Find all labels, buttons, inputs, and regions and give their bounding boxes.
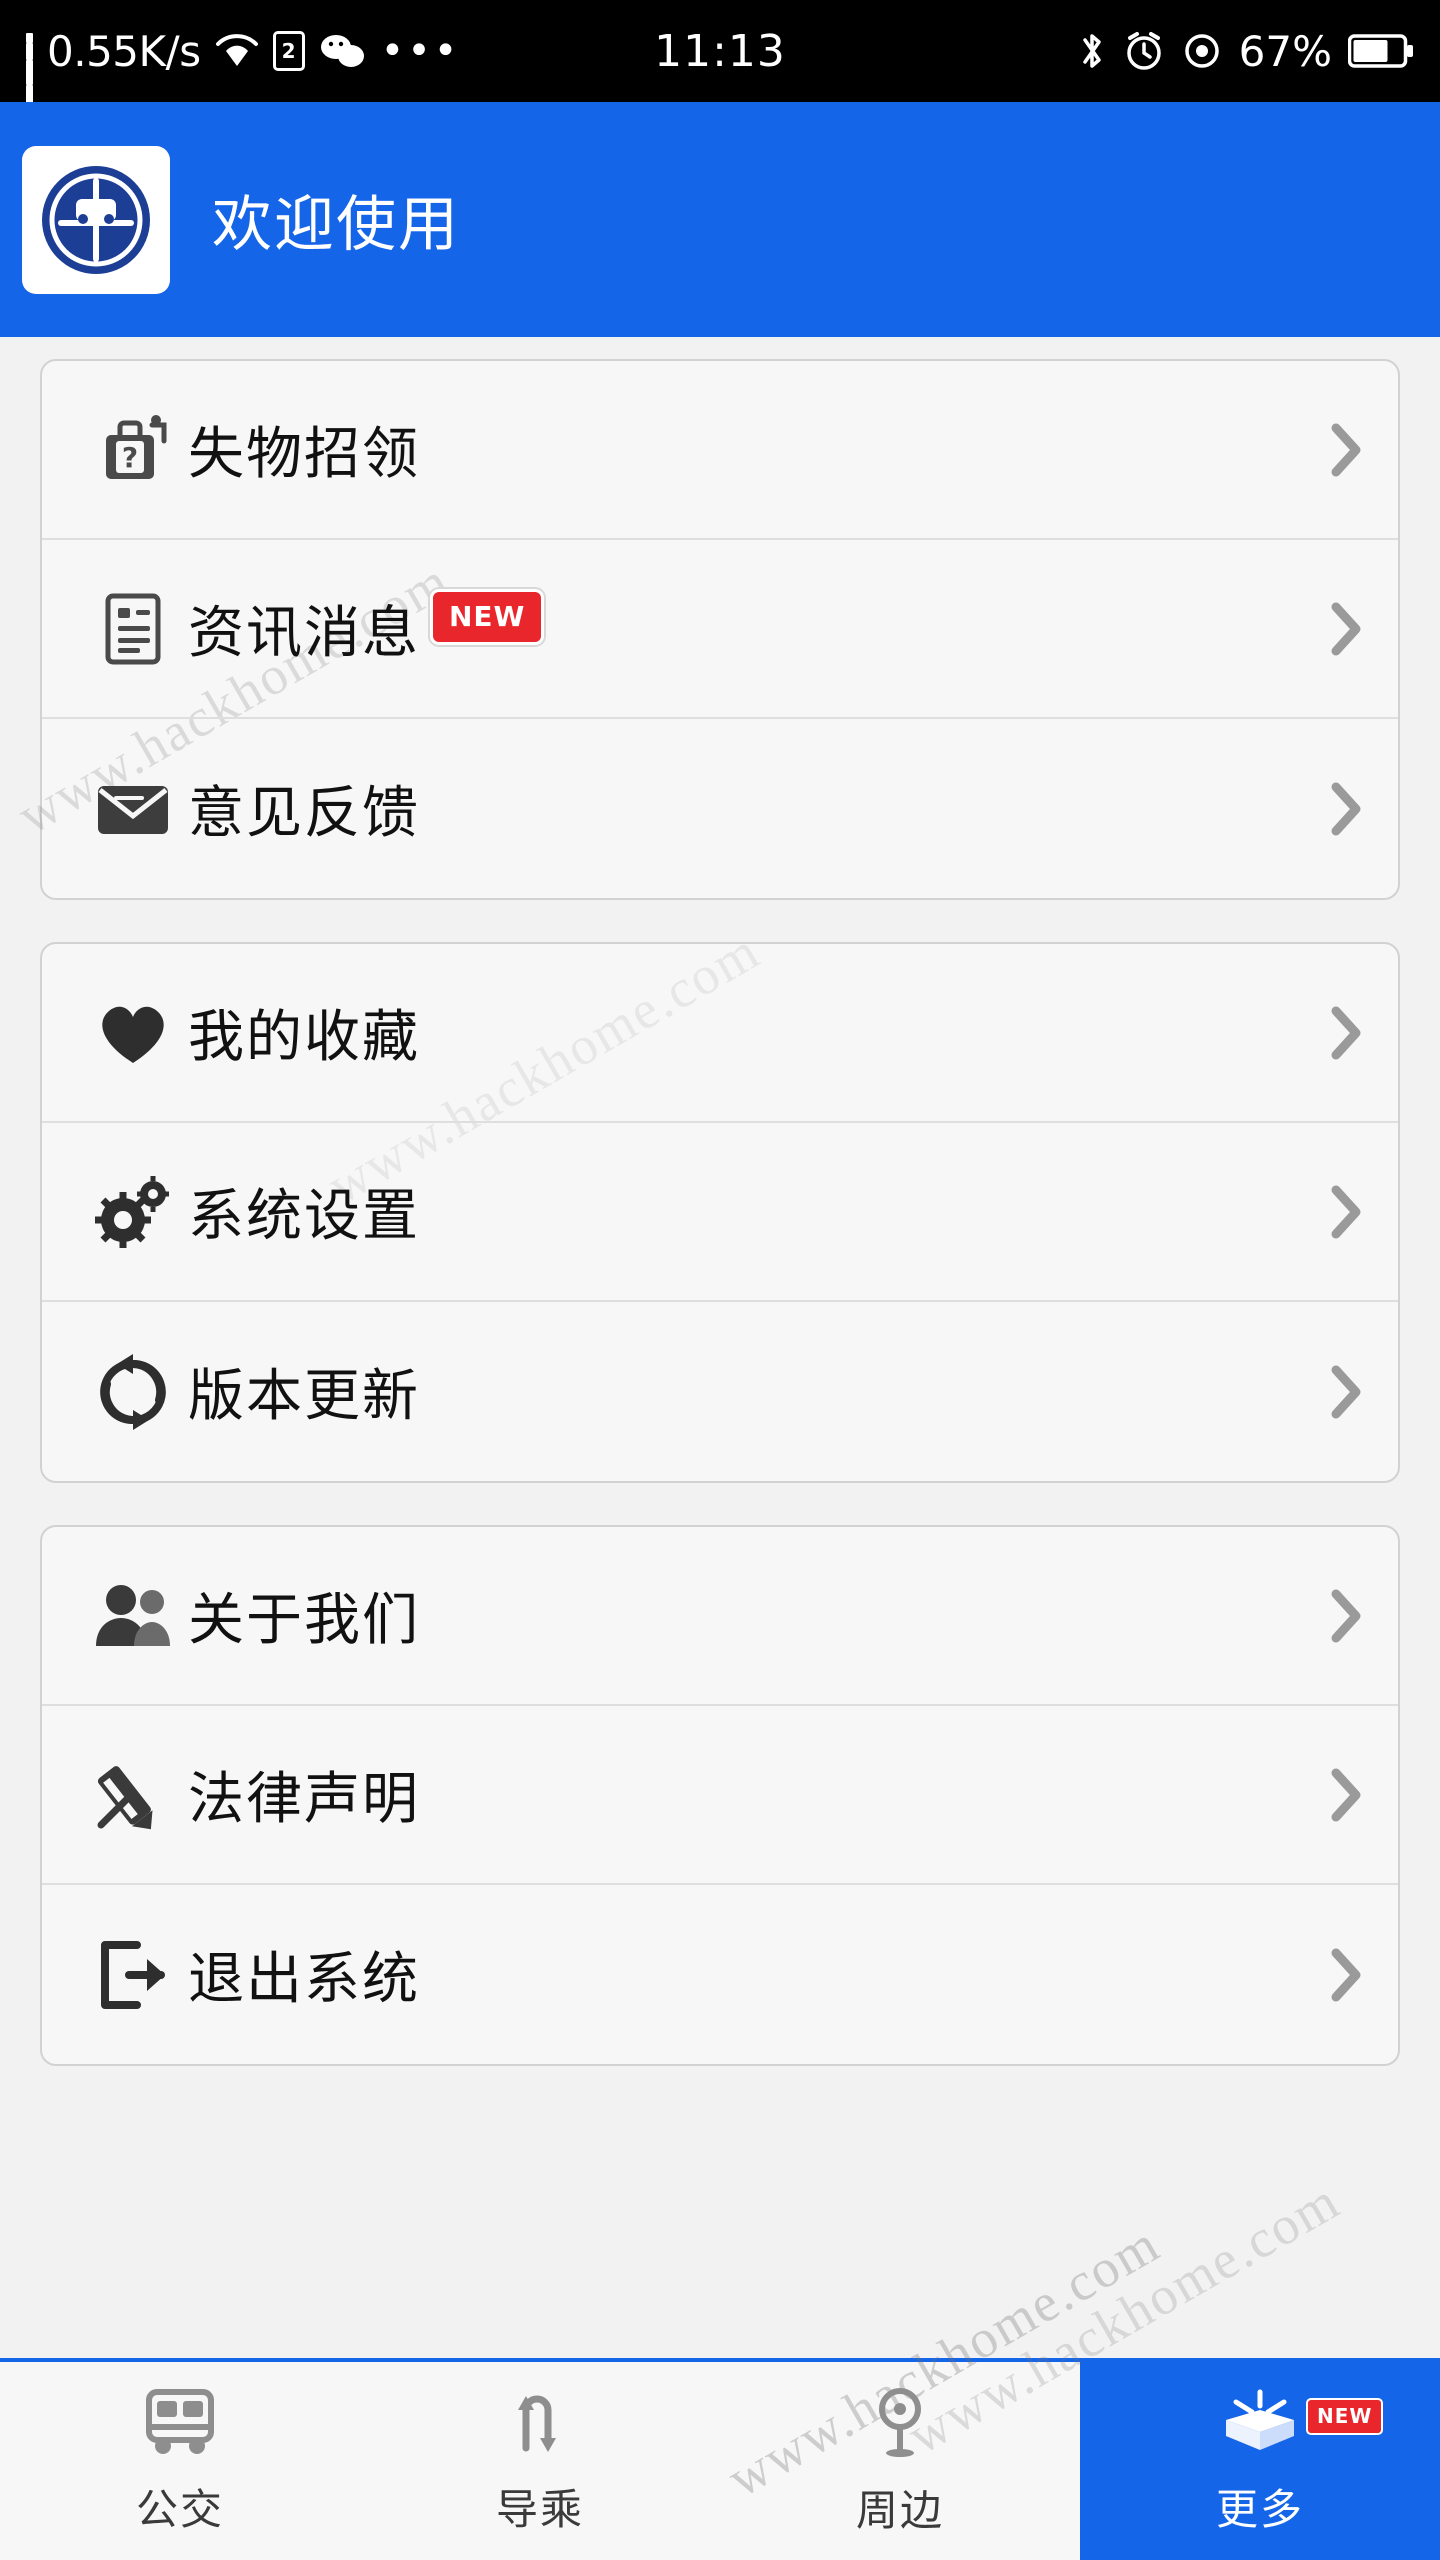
signal-bars-icon [26, 33, 33, 119]
status-bar-left: 0.55K/s 2 ••• [26, 26, 461, 119]
menu-item-settings[interactable]: 系统设置 [42, 1123, 1398, 1302]
tab-bus[interactable]: 公交 [0, 2362, 360, 2560]
page-title: 欢迎使用 [212, 190, 460, 260]
menu-item-label: 法律声明 [188, 1767, 420, 1832]
tab-nearby[interactable]: 周边 [720, 2362, 1080, 2560]
menu-item-feedback[interactable]: 意见反馈 [42, 719, 1398, 898]
menu-item-text: 资讯消息 [188, 601, 420, 666]
menu-item-label: 我的收藏 [188, 1005, 420, 1070]
menu-item-lost-and-found[interactable]: ? 失物招领 [42, 361, 1398, 540]
main-content: www.hackhome.com www.hackhome.com www.ha… [0, 337, 1440, 2466]
app-header: 欢迎使用 [0, 102, 1440, 337]
chevron-right-icon [1328, 599, 1364, 659]
app-screen: 0.55K/s 2 ••• 11:13 67% 欢迎使用 www.hackhom… [0, 0, 1440, 2560]
open-box-icon [1214, 2386, 1306, 2462]
bus-icon [137, 2386, 223, 2462]
feedback-envelope-icon [78, 776, 188, 842]
menu-group-personal: 我的收藏 系统设置 版本更新 [40, 942, 1400, 1483]
tab-more[interactable]: NEW 更多 [1080, 2362, 1440, 2560]
users-icon [78, 1580, 188, 1652]
menu-item-label: 退出系统 [188, 1947, 420, 2012]
chevron-right-icon [1328, 779, 1364, 839]
legal-notice-icon [78, 1755, 188, 1835]
chevron-right-icon [1328, 1945, 1364, 2005]
battery-percent-label: 67% [1238, 26, 1332, 76]
wechat-icon [319, 32, 367, 70]
refresh-update-icon [78, 1352, 188, 1432]
svg-text:?: ? [122, 441, 138, 474]
more-dots-icon: ••• [380, 28, 461, 74]
status-badge: NEW [430, 589, 545, 645]
chevron-right-icon [1328, 1586, 1364, 1646]
battery-icon [1347, 33, 1414, 69]
chevron-right-icon [1328, 1182, 1364, 1242]
menu-item-label: 关于我们 [188, 1588, 420, 1653]
wifi-icon [215, 33, 259, 69]
menu-item-favorites[interactable]: 我的收藏 [42, 944, 1398, 1123]
exit-icon [78, 1937, 188, 2013]
bottom-tab-bar: www.hackhome.com 公交 导乘 周边 NEW 更多 [0, 2213, 1440, 2560]
menu-item-exit[interactable]: 退出系统 [42, 1885, 1398, 2064]
tab-label: 周边 [855, 2485, 944, 2535]
chevron-right-icon [1328, 1362, 1364, 1422]
tab-label: 公交 [135, 2484, 224, 2534]
menu-item-label: 资讯消息 NEW [188, 588, 545, 669]
chevron-right-icon [1328, 1765, 1364, 1825]
chevron-right-icon [1328, 1003, 1364, 1063]
menu-item-update[interactable]: 版本更新 [42, 1302, 1398, 1481]
menu-group-services: ? 失物招领 资讯消息 NEW 意见反馈 [40, 359, 1400, 900]
status-bar-right: 67% [1077, 27, 1414, 76]
lost-and-found-icon: ? [78, 411, 188, 489]
alarm-clock-icon [1123, 30, 1165, 72]
location-target-icon [1181, 30, 1223, 72]
news-document-icon [78, 590, 188, 668]
status-badge: NEW [1306, 2398, 1384, 2435]
network-speed-label: 0.55K/s [47, 26, 201, 76]
tab-transfer[interactable]: 导乘 [360, 2362, 720, 2560]
menu-item-label: 意见反馈 [188, 781, 420, 846]
sim-card-icon: 2 [272, 31, 305, 71]
tab-label: 更多 [1215, 2484, 1304, 2534]
menu-item-label: 系统设置 [188, 1184, 420, 1249]
map-pin-icon [867, 2385, 933, 2463]
menu-item-label: 失物招领 [188, 422, 420, 487]
menu-item-label: 版本更新 [188, 1364, 420, 1429]
gear-icon [78, 1172, 188, 1252]
tab-label: 导乘 [495, 2484, 584, 2534]
app-logo-icon [22, 145, 170, 294]
status-bar: 0.55K/s 2 ••• 11:13 67% [0, 0, 1440, 119]
chevron-right-icon [1328, 420, 1364, 480]
transfer-arrows-icon [504, 2386, 576, 2462]
menu-group-info: 关于我们 法律声明 退出系统 [40, 1525, 1400, 2066]
menu-item-legal[interactable]: 法律声明 [42, 1706, 1398, 1885]
menu-item-news[interactable]: 资讯消息 NEW [42, 540, 1398, 719]
menu-item-about-us[interactable]: 关于我们 [42, 1527, 1398, 1706]
heart-icon [78, 997, 188, 1069]
bluetooth-icon [1077, 30, 1107, 72]
